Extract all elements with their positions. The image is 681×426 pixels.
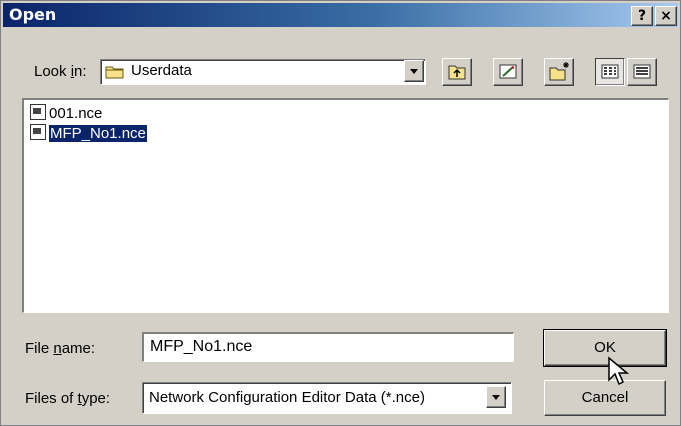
look-in-combo[interactable]: Userdata [100,59,426,85]
file-list[interactable]: 001.nce MFP_No1.nce [22,98,669,313]
help-button[interactable]: ? [631,6,653,26]
mouse-pointer-icon [608,356,630,386]
list-item[interactable]: 001.nce [30,104,102,123]
file-name-label-text: File [25,340,54,357]
window-title: Open [9,5,57,24]
details-view-icon [633,64,651,79]
ok-button[interactable]: OK [543,329,667,367]
look-in-dropdown-button[interactable] [404,60,424,82]
desktop-icon [499,64,517,79]
nce-file-icon [30,104,46,120]
up-one-level-button[interactable] [442,58,472,86]
cancel-button[interactable]: Cancel [544,380,666,416]
list-view-icon [601,64,619,79]
file-type-value: Network Configuration Editor Data (*.nce… [149,389,425,406]
file-name-label: File name: [25,340,95,357]
look-in-value: Userdata [131,62,192,79]
file-type-dropdown-button[interactable] [486,386,506,408]
title-bar[interactable]: Open ? × [3,3,678,27]
file-name-text: MFP_No1.nce [48,124,148,143]
desktop-button[interactable] [493,58,523,86]
list-view-button[interactable] [595,58,625,86]
file-name-label-suffix: ame: [61,340,96,357]
file-type-label-suffix: ype: [81,390,111,407]
open-dialog: Open ? × Look in: Userdata 001.nce MFP_N… [0,0,681,426]
folder-icon [105,66,124,79]
details-view-button[interactable] [627,58,657,86]
look-in-label-suffix: n: [74,63,87,80]
new-folder-button[interactable] [544,58,574,86]
look-in-label-text: Look [34,63,71,80]
file-type-label-text: Files of [25,390,78,407]
file-type-select[interactable]: Network Configuration Editor Data (*.nce… [142,382,512,414]
new-folder-icon [549,62,569,81]
up-folder-icon [448,65,466,80]
file-name-input[interactable]: MFP_No1.nce [142,332,514,362]
file-type-label: Files of type: [25,390,110,407]
look-in-label: Look in: [34,63,87,80]
nce-file-icon [30,124,46,140]
file-name-accelerator: n [53,340,62,357]
list-item[interactable]: MFP_No1.nce [30,124,148,143]
close-button[interactable]: × [655,6,677,26]
file-name-text: 001.nce [49,105,103,122]
